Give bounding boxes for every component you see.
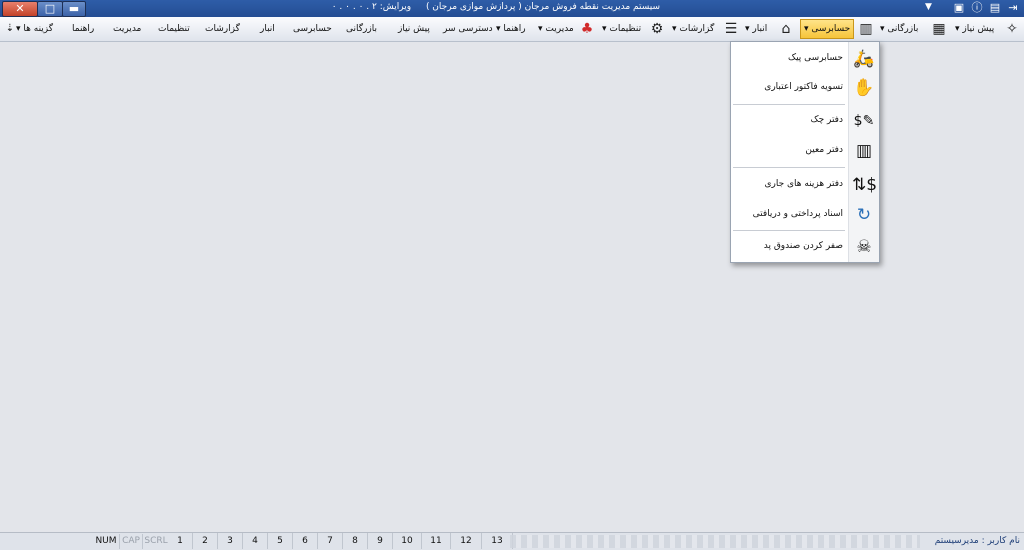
- scroll-lock-indicator: SCRL: [142, 534, 169, 549]
- warehouse-icon[interactable]: ⌂: [777, 20, 795, 38]
- tab-accounting[interactable]: حسابرسی: [293, 20, 332, 38]
- ribbon-toolbar: ✧ پیش نیاز ▾ ▦ بازرگانی ▾ ▥ حسابرسی ▾ ⌂ …: [0, 17, 1024, 42]
- page-tab[interactable]: 7: [318, 533, 343, 549]
- minimize-button[interactable]: ▬: [62, 1, 86, 17]
- page-tab[interactable]: 8: [343, 533, 368, 549]
- page-tab[interactable]: 12: [451, 533, 482, 549]
- num-lock-indicator: NUM: [95, 536, 117, 546]
- menu-item-credit-invoice[interactable]: ✋ تسویه فاکتور اعتباری: [731, 73, 879, 103]
- menu-item-ledger[interactable]: ▥ دفتر معین: [731, 136, 879, 166]
- menu-item-current-expenses[interactable]: ⇅$ دفتر هزینه های جاری: [731, 170, 879, 200]
- options-arrow-icon[interactable]: ⇣: [1, 20, 19, 38]
- menu-item-payment-documents[interactable]: ↻ اسناد پرداختی و دریافتی: [731, 200, 879, 230]
- tab-warehouse[interactable]: انبار: [260, 20, 275, 38]
- info-icon[interactable]: ⓘ: [970, 1, 984, 15]
- menu-separator: [733, 104, 845, 105]
- page-tab[interactable]: 2: [193, 533, 218, 549]
- refresh-chart-icon: ↻: [856, 205, 872, 225]
- status-blurred-area: [510, 535, 920, 548]
- menu-item-courier-audit[interactable]: 🛵 حسابرسی پیک: [731, 44, 879, 74]
- ribbon-access-button[interactable]: دسترسی سر: [443, 20, 493, 38]
- tab-help[interactable]: راهنما: [72, 20, 94, 38]
- ribbon-help-button[interactable]: راهنما ▾: [496, 20, 526, 38]
- ribbon-reports-button[interactable]: گزارشات ▾: [672, 20, 714, 38]
- menu-item-checkbook[interactable]: $✎ دفتر چک: [731, 106, 879, 136]
- page-tab[interactable]: 3: [218, 533, 243, 549]
- cube-icon[interactable]: ▣: [952, 1, 966, 15]
- page-tab[interactable]: 5: [268, 533, 293, 549]
- wand-icon[interactable]: ✧: [1003, 20, 1021, 38]
- org-chart-icon[interactable]: ♣: [578, 20, 596, 38]
- exit-icon[interactable]: ⇥: [1006, 1, 1020, 15]
- skull-reset-icon: ☠: [856, 237, 872, 257]
- ribbon-prereq-button[interactable]: پیش نیاز ▾: [955, 20, 994, 38]
- app-title: سیستم مدیریت نقطه فروش مرجان ( پردازش مو…: [425, 2, 660, 12]
- status-bar: NUM CAP SCRL 1 2 3 4 5 6 7 8 9 10 11 12 …: [0, 532, 1024, 550]
- tab-prereq[interactable]: پیش نیاز: [398, 20, 430, 38]
- checkbook-icon: $✎: [853, 113, 875, 129]
- courier-icon: 🛵: [853, 49, 875, 69]
- menu-separator: [733, 230, 845, 231]
- report-icon[interactable]: ☰: [722, 20, 740, 38]
- version-label: ویرایش: ۲ . ۰ . ۰ . ۰: [331, 2, 412, 12]
- page-tab[interactable]: 9: [368, 533, 393, 549]
- close-button[interactable]: ✕: [2, 1, 38, 17]
- tab-settings[interactable]: تنظیمات: [158, 20, 190, 38]
- title-bar: ✕ □ ▬ سیستم مدیریت نقطه فروش مرجان ( پرد…: [0, 0, 1024, 17]
- page-tabs: 1 2 3 4 5 6 7 8 9 10 11 12 13: [168, 533, 513, 549]
- add-document-icon[interactable]: ▦: [930, 20, 948, 38]
- menu-item-reset-pad[interactable]: ☠ صفر کردن صندوق پد: [731, 232, 879, 262]
- ribbon-management-button[interactable]: مدیریت ▾: [538, 20, 574, 38]
- ribbon-accounting-button[interactable]: حسابرسی ▾: [800, 19, 855, 39]
- titlebar-icons: ▣ ⓘ ▤ ⇥: [952, 1, 1020, 15]
- expense-arrows-icon: ⇅$: [852, 175, 878, 195]
- caps-lock-indicator: CAP: [119, 534, 142, 549]
- page-tab[interactable]: 13: [482, 533, 513, 549]
- quick-access-dropdown-icon[interactable]: ▼: [925, 2, 932, 12]
- hand-card-icon: ✋: [853, 78, 875, 98]
- books-icon[interactable]: ▥: [857, 20, 875, 38]
- ledger-books-icon: ▥: [855, 141, 873, 161]
- page-tab[interactable]: 10: [393, 533, 422, 549]
- page-tab[interactable]: 4: [243, 533, 268, 549]
- window-title: سیستم مدیریت نقطه فروش مرجان ( پردازش مو…: [332, 2, 660, 12]
- settings-gear-icon[interactable]: ⚙: [648, 20, 666, 38]
- page-tab[interactable]: 6: [293, 533, 318, 549]
- page-tab[interactable]: 1: [168, 533, 193, 549]
- user-name-label: نام کاربر : مدیرسیستم: [934, 536, 1020, 546]
- ribbon-options-button[interactable]: گزینه ها ▾: [16, 20, 53, 38]
- page-tab[interactable]: 11: [422, 533, 451, 549]
- calculator-icon[interactable]: ▤: [988, 1, 1002, 15]
- tab-commerce[interactable]: بازرگانی: [346, 20, 377, 38]
- tab-management[interactable]: مدیریت: [113, 20, 141, 38]
- ribbon-commerce-button[interactable]: بازرگانی ▾: [880, 20, 918, 38]
- tab-reports[interactable]: گزارشات: [205, 20, 240, 38]
- menu-separator: [733, 167, 845, 168]
- maximize-button[interactable]: □: [37, 1, 63, 17]
- ribbon-settings-button[interactable]: تنظیمات ▾: [602, 20, 641, 38]
- ribbon-warehouse-button[interactable]: انبار ▾: [745, 20, 767, 38]
- accounting-dropdown-menu: 🛵 حسابرسی پیک ✋ تسویه فاکتور اعتباری $✎ …: [730, 41, 880, 263]
